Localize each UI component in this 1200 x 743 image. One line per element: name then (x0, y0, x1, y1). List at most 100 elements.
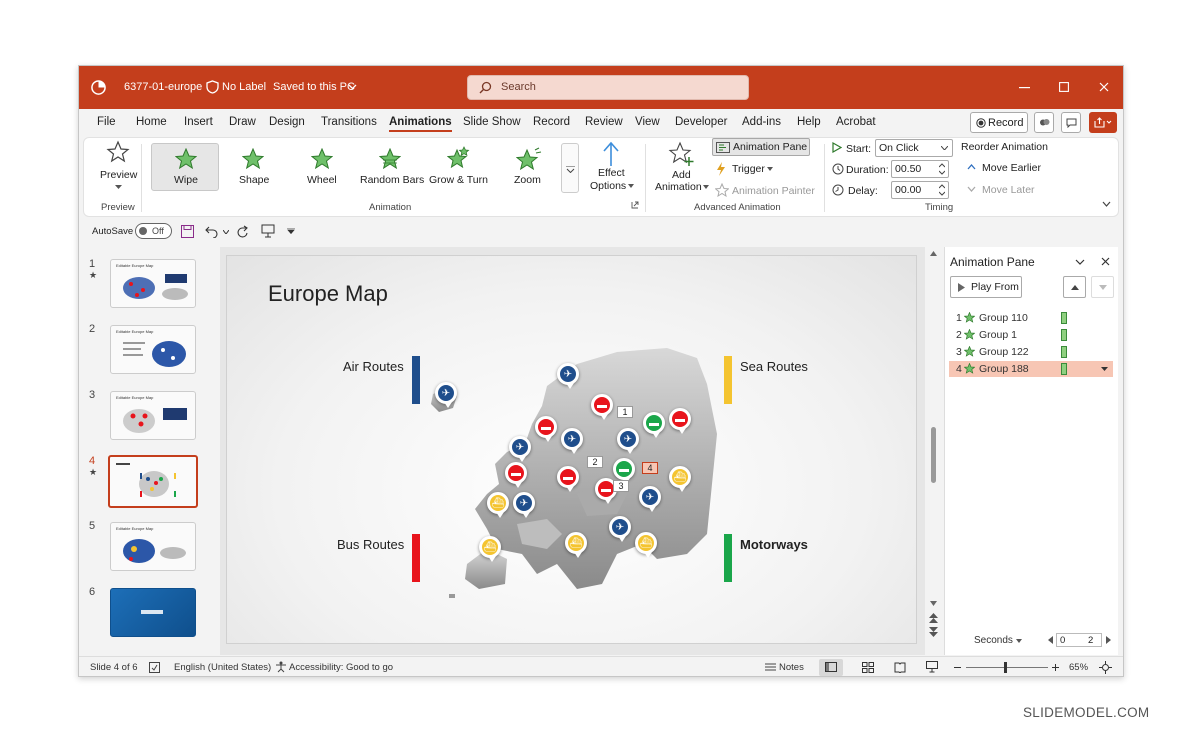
bus-route-pin[interactable]: ▬ (535, 416, 557, 442)
tab-developer[interactable]: Developer (675, 116, 727, 128)
tab-help[interactable]: Help (797, 116, 821, 128)
motorway-pin[interactable]: ▬ (613, 458, 635, 484)
save-status[interactable]: Saved to this PC (273, 81, 355, 93)
slide-sorter-icon[interactable] (862, 662, 874, 673)
slide-thumbnail-6[interactable] (110, 588, 196, 637)
effect-options-label-2[interactable]: Options (590, 180, 626, 192)
air-routes-bar[interactable] (412, 356, 420, 404)
anim-shape[interactable]: Shape (239, 174, 269, 186)
spinner-arrows-icon[interactable] (939, 184, 945, 196)
air-route-pin[interactable]: ✈ (557, 363, 579, 389)
copilot-button[interactable] (1034, 112, 1054, 133)
bus-route-pin[interactable]: ▬ (591, 394, 613, 420)
anim-zoom[interactable]: Zoom (514, 174, 541, 186)
motorway-pin[interactable]: ▬ (643, 412, 665, 438)
sea-route-pin[interactable]: ⛴ (565, 532, 587, 558)
motorways-label[interactable]: Motorways (740, 537, 808, 552)
slide-title[interactable]: Europe Map (268, 281, 388, 307)
accessibility-icon[interactable] (275, 661, 287, 673)
slide-counter[interactable]: Slide 4 of 6 (90, 662, 138, 673)
chevron-down-icon[interactable] (703, 185, 709, 189)
zoom-in-icon[interactable] (1052, 664, 1059, 671)
spelling-check-icon[interactable] (149, 662, 160, 673)
fit-to-window-icon[interactable] (1099, 661, 1112, 674)
zoom-star-icon[interactable] (516, 147, 542, 171)
air-route-pin[interactable]: ✈ (513, 492, 535, 518)
play-from-button[interactable]: Play From (950, 276, 1022, 298)
timeline-bar[interactable] (1061, 363, 1067, 375)
record-button[interactable]: Record (970, 112, 1028, 133)
minimize-icon[interactable] (1019, 87, 1030, 89)
spinner-arrows-icon[interactable] (939, 163, 945, 175)
normal-view-button[interactable] (819, 659, 843, 676)
previous-slide-icon[interactable] (929, 613, 938, 623)
move-later-label[interactable]: Move Later (982, 184, 1035, 196)
sensitivity-label[interactable]: No Label (222, 81, 266, 93)
sea-route-pin[interactable]: ⛴ (479, 536, 501, 562)
chevron-down-icon[interactable] (115, 185, 122, 189)
preview-label[interactable]: Preview (100, 169, 137, 181)
item-menu-chevron-icon[interactable] (1101, 367, 1108, 371)
save-icon[interactable] (181, 225, 194, 238)
zoom-slider[interactable] (966, 662, 1048, 673)
language[interactable]: English (United States) (174, 662, 271, 673)
tab-record[interactable]: Record (533, 116, 570, 128)
anim-wipe[interactable]: Wipe (174, 174, 198, 186)
bus-route-pin[interactable]: ▬ (505, 462, 527, 488)
animation-item-3[interactable]: 3 Group 122 (949, 344, 1113, 360)
animation-tag-4[interactable]: 4 (642, 462, 658, 474)
anim-grow-turn[interactable]: Grow & Turn (429, 174, 488, 186)
tab-home[interactable]: Home (136, 116, 167, 128)
duration-spinner[interactable]: 00.50 (891, 160, 949, 178)
air-route-pin[interactable]: ✈ (609, 516, 631, 542)
anim-wheel[interactable]: Wheel (307, 174, 337, 186)
timeline-bar[interactable] (1061, 346, 1067, 358)
sea-route-pin[interactable]: ⛴ (487, 492, 509, 518)
comments-button[interactable] (1061, 112, 1081, 133)
scroll-down-icon[interactable] (930, 601, 937, 606)
tab-insert[interactable]: Insert (184, 116, 213, 128)
notes-icon[interactable] (764, 662, 777, 672)
trigger-lightning-icon[interactable] (716, 162, 726, 176)
slideshow-view-icon[interactable] (926, 661, 938, 673)
autosave-toggle[interactable]: Off (135, 223, 172, 239)
add-animation-icon[interactable] (668, 141, 694, 167)
next-slide-icon[interactable] (929, 627, 938, 637)
gallery-more-button[interactable] (561, 143, 579, 193)
slide-thumbnail-2[interactable]: Editable Europe Map (110, 325, 196, 374)
wipe-star-icon[interactable] (175, 148, 197, 170)
tab-review[interactable]: Review (585, 116, 623, 128)
timeline-bar[interactable] (1061, 312, 1067, 324)
move-earlier-label[interactable]: Move Earlier (982, 162, 1041, 174)
sea-route-pin[interactable]: ⛴ (669, 466, 691, 492)
tab-acrobat[interactable]: Acrobat (836, 116, 876, 128)
dialog-launcher-icon[interactable] (631, 201, 639, 209)
random-bars-star-icon[interactable] (379, 148, 401, 170)
chevron-down-icon[interactable] (1016, 639, 1022, 643)
chevron-down-icon[interactable] (767, 167, 773, 171)
slide-thumbnail-1[interactable]: Editable Europe Map (110, 259, 196, 308)
chevron-down-icon[interactable] (223, 230, 229, 234)
air-route-pin[interactable]: ✈ (509, 436, 531, 462)
grow-turn-star-icon[interactable] (447, 146, 473, 170)
slide-thumbnail-3[interactable]: Editable Europe Map (110, 391, 196, 440)
effect-options-label-1[interactable]: Effect (598, 167, 625, 179)
collapse-ribbon-icon[interactable] (1102, 201, 1111, 207)
maximize-icon[interactable] (1059, 82, 1069, 92)
tab-design[interactable]: Design (269, 116, 305, 128)
air-route-pin[interactable]: ✈ (435, 382, 457, 408)
trigger-label[interactable]: Trigger (732, 163, 765, 175)
sea-route-pin[interactable]: ⛴ (635, 532, 657, 558)
chevron-down-icon[interactable] (628, 184, 634, 188)
animation-item-1[interactable]: 1 Group 110 (949, 310, 1113, 326)
tab-draw[interactable]: Draw (229, 116, 256, 128)
scroll-thumb[interactable] (931, 427, 936, 483)
share-button[interactable] (1089, 112, 1117, 133)
present-icon[interactable] (261, 224, 275, 238)
timeline-bar[interactable] (1061, 329, 1067, 341)
zoom-out-icon[interactable] (954, 667, 961, 669)
animation-item-2[interactable]: 2 Group 1 (949, 327, 1113, 343)
slide-scrollbar[interactable] (925, 247, 942, 655)
slide-canvas[interactable]: Europe Map Air Routes Sea Routes Bus Rou… (226, 255, 917, 644)
tab-slide-show[interactable]: Slide Show (463, 116, 521, 128)
